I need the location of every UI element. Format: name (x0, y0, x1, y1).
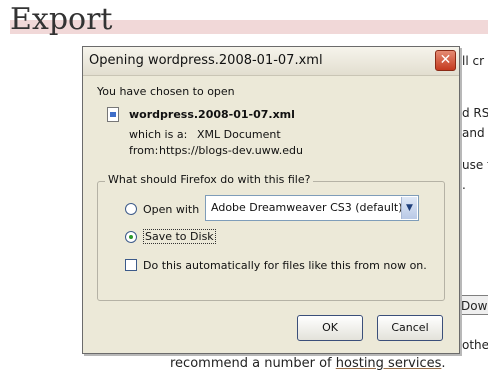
application-select-value: Adobe Dreamweaver CS3 (default) (211, 201, 403, 214)
background-text-fragment: ll cr (462, 54, 485, 68)
bottom-text-suffix: . (441, 356, 446, 371)
close-icon[interactable]: ✕ (435, 50, 456, 71)
which-is-label: which is a: (129, 128, 188, 141)
bottom-text-prefix: recommend a number of (170, 356, 336, 371)
xml-file-icon (107, 107, 119, 122)
open-with-radio[interactable] (125, 203, 137, 215)
background-text-fragment: . (462, 178, 466, 192)
ok-button[interactable]: OK (297, 315, 363, 341)
source-url-value: https://blogs-dev.uww.edu (159, 144, 303, 157)
hosting-services-link[interactable]: hosting services (336, 356, 442, 371)
bottom-paragraph: recommend a number of hosting services. (170, 356, 446, 371)
download-button[interactable]: Dow (456, 295, 488, 315)
dialog-titlebar[interactable]: Opening wordpress.2008-01-07.xml ✕ (83, 47, 459, 76)
background-text-fragment: and (462, 126, 485, 140)
cancel-button[interactable]: Cancel (377, 315, 443, 341)
dialog-title: Opening wordpress.2008-01-07.xml (89, 53, 323, 68)
from-label: from: (129, 144, 159, 157)
open-file-dialog: Opening wordpress.2008-01-07.xml ✕ You h… (82, 46, 460, 354)
auto-action-label[interactable]: Do this automatically for files like thi… (143, 259, 427, 272)
application-select[interactable]: Adobe Dreamweaver CS3 (default) ▼ (205, 195, 419, 221)
page-title: Export (10, 2, 113, 37)
save-to-disk-label[interactable]: Save to Disk (143, 229, 216, 244)
background-text-fragment: use t (462, 158, 488, 172)
background-text-fragment: othe (462, 338, 488, 352)
chevron-down-icon[interactable]: ▼ (401, 197, 417, 219)
background-text-fragment: d RSS (462, 106, 488, 120)
save-to-disk-radio[interactable] (125, 231, 137, 243)
intro-text: You have chosen to open (97, 85, 235, 98)
open-with-label[interactable]: Open with (143, 203, 199, 216)
file-type-value: XML Document (197, 128, 281, 141)
auto-action-checkbox[interactable] (125, 259, 137, 271)
file-name: wordpress.2008-01-07.xml (129, 108, 295, 121)
save-to-disk-text: Save to Disk (143, 229, 216, 244)
group-title: What should Firefox do with this file? (105, 173, 314, 186)
